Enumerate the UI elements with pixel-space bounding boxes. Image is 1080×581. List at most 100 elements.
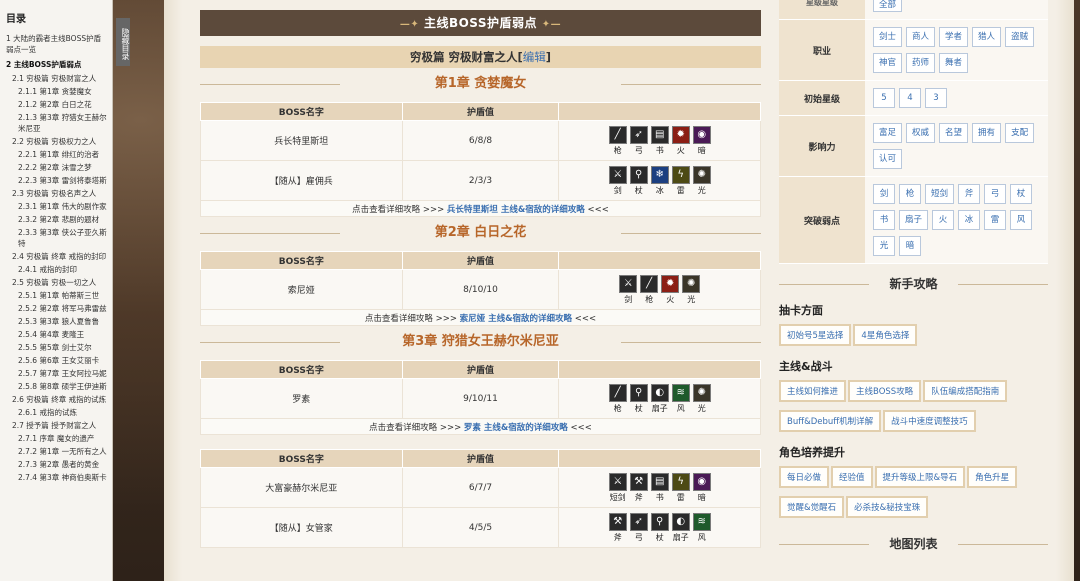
guide-button[interactable]: 战斗中速度调整技巧 (883, 410, 976, 432)
filter-tag[interactable]: 舞者 (939, 53, 969, 73)
toc-item[interactable]: 2.1.1 第1章 贪婪魔女 (0, 85, 112, 98)
filter-tag[interactable]: 名望 (939, 123, 969, 143)
toc-item[interactable]: 2.7 授予篇 授予财富之人 (0, 419, 112, 432)
guide-button[interactable]: 必杀技&秘技宝珠 (846, 496, 929, 518)
guide-groups: 抽卡方面 初始号5星选择 4星角色选择 主线&战斗 主线如何推进 主线BOSS攻略 队伍编成… (779, 302, 1048, 524)
filter-tag[interactable]: 盗贼 (1005, 27, 1035, 47)
filter-values: 富足 权威 名望 拥有 支配认可 (865, 115, 1048, 177)
weakness-剑-icon: ⚔ 剑 (619, 274, 638, 305)
toc-sidebar: 目录 1 大陆的霸者主线BOSS护盾弱点一览 2 主线BOSS护盾弱点 2.1 穷极… (0, 0, 113, 581)
filter-tag[interactable]: 权威 (906, 123, 936, 143)
filter-tag[interactable]: 光 (873, 236, 895, 256)
filter-tag[interactable]: 神官 (873, 53, 903, 73)
guide-button[interactable]: Buff&Debuff机制详解 (779, 410, 882, 432)
detail-guide-link[interactable]: 索尼娅 主线&宿敌的详细攻略 (460, 314, 572, 324)
toc-item[interactable]: 2.5.6 第6章 王女艾丽卡 (0, 354, 112, 367)
toc-item[interactable]: 2.4 穷极篇 终章 戒指的封印 (0, 250, 112, 263)
toc-item[interactable]: 2.7.2 第1章 一无所有之人 (0, 445, 112, 458)
filter-tag-all[interactable]: 全部 (873, 0, 903, 12)
toc-item[interactable]: 2.7.3 第2章 愚者的黄金 (0, 458, 112, 471)
boss-shield: 6/7/7 (401, 467, 560, 508)
toc-item[interactable]: 2.2.3 第3章 雷剑将泰塔斯 (0, 174, 112, 187)
filter-tag[interactable]: 猎人 (972, 27, 1002, 47)
filter-tag[interactable]: 书 (873, 210, 895, 230)
weakness-短剑-icon: ⚔ 短剑 (608, 472, 627, 503)
guide-button[interactable]: 觉醒&觉醒石 (779, 496, 845, 518)
filter-tag[interactable]: 拥有 (972, 123, 1002, 143)
filter-tag[interactable]: 5 (873, 88, 895, 108)
toc-item[interactable]: 2.1 穷极篇 穷极财富之人 (0, 72, 112, 85)
filter-tag[interactable]: 枪 (899, 184, 921, 204)
filter-tag[interactable]: 富足 (873, 123, 903, 143)
toc-item[interactable]: 2.5.4 第4章 麦隆王 (0, 328, 112, 341)
filter-tag[interactable]: 药师 (906, 53, 936, 73)
toc-item[interactable]: 2.5.2 第2章 将军马弗雷兹 (0, 302, 112, 315)
toc-item[interactable]: 2.3.1 第1章 伟大的剧作家 (0, 200, 112, 213)
guide-button[interactable]: 经验值 (831, 466, 873, 488)
guide-button[interactable]: 主线如何推进 (779, 380, 847, 402)
toc-item[interactable]: 2.1.3 第3章 狩猎女王赫尔米尼亚 (0, 111, 112, 135)
sub-banner: 穷极篇 穷极财富之人[编辑] (200, 46, 761, 68)
weakness-cell: ╱ 枪 ➶ 弓 ▤ 书 ✹ 火 ◉ 暗 (558, 120, 761, 161)
toc-item[interactable]: 2.4.1 戒指的封印 (0, 263, 112, 276)
filter-tag[interactable]: 冰 (958, 210, 981, 230)
guide-button[interactable]: 主线BOSS攻略 (848, 380, 922, 402)
filter-tag[interactable]: 商人 (906, 27, 936, 47)
filter-tag[interactable]: 火 (932, 210, 955, 230)
toc-item[interactable]: 2.2.1 第1章 绯红的治者 (0, 148, 112, 161)
filter-tag[interactable]: 扇子 (899, 210, 929, 230)
toc-item[interactable]: 2.2 穷极篇 穷极权力之人 (0, 135, 112, 148)
weakness-glyph: ◉ (692, 472, 711, 491)
filter-tag[interactable]: 短剑 (925, 184, 955, 204)
toc-item[interactable]: 1 大陆的霸者主线BOSS护盾弱点一览 (0, 31, 112, 57)
toc-item[interactable]: 2.6 穷极篇 终章 戒指的试炼 (0, 393, 112, 406)
filter-tag[interactable]: 认可 (873, 149, 903, 169)
toc-item[interactable]: 2.3 穷极篇 穷极名声之人 (0, 187, 112, 200)
detail-guide-link[interactable]: 兵长特里斯坦 主线&宿敌的详细攻略 (447, 205, 585, 215)
weakness-label: 杖 (634, 185, 643, 195)
toc-item[interactable]: 2.7.4 第3章 神商伯奥斯卡 (0, 471, 112, 484)
filter-tag[interactable]: 弓 (984, 184, 1007, 204)
filter-tag[interactable]: 杖 (1010, 184, 1033, 204)
filter-tag[interactable]: 暗 (899, 236, 921, 256)
toc-item[interactable]: 2.5 穷极篇 穷极一切之人 (0, 276, 112, 289)
filter-tag[interactable]: 支配 (1005, 123, 1035, 143)
table-row: 【随从】女管家 4/5/5 ⚒ 斧 ➶ 弓 ⚲ 杖 ◐ 扇子 ≋ 风 (200, 507, 761, 548)
weakness-label: 书 (655, 145, 664, 155)
filter-tag[interactable]: 风 (1010, 210, 1033, 230)
weakness-枪-icon: ╱ 枪 (608, 383, 627, 414)
guide-button[interactable]: 队伍编成搭配指南 (923, 380, 1008, 402)
toc-item[interactable]: 2.7.1 序章 魔女的遗产 (0, 432, 112, 445)
guide-button[interactable]: 4星角色选择 (853, 324, 918, 346)
toc-item[interactable]: 2.6.1 戒指的试炼 (0, 406, 112, 419)
filter-tag[interactable]: 剑士 (873, 27, 903, 47)
boss-table-chapter4: BOSS名字 护盾值 大富豪赫尔米尼亚 6/7/7 ⚔ 短剑 ⚒ 斧 ▤ 书 ϟ 雷 ◉ 暗【随从】女管家… (200, 449, 761, 548)
toc-item[interactable]: 2.2.2 第2章 沫雪之梦 (0, 161, 112, 174)
filter-tag[interactable]: 剑 (873, 184, 895, 204)
toc-item[interactable]: 2.1.2 第2章 白日之花 (0, 98, 112, 111)
guide-button[interactable]: 角色升星 (967, 466, 1018, 488)
weakness-剑-icon: ⚔ 剑 (608, 165, 627, 196)
guide-button[interactable]: 初始号5星选择 (779, 324, 852, 346)
filter-tag[interactable]: 3 (925, 88, 947, 108)
weakness-label: 光 (687, 294, 696, 304)
toc-item[interactable]: 2.3.3 第3章 侠公子亚久斯特 (0, 226, 112, 250)
guide-button[interactable]: 每日必做 (779, 466, 830, 488)
toc-item[interactable]: 2.5.1 第1章 帕蒂斯三世 (0, 289, 112, 302)
guide-button[interactable]: 提升等级上限&导石 (874, 466, 966, 488)
filter-tag[interactable]: 雷 (984, 210, 1007, 230)
filter-tag[interactable]: 学者 (939, 27, 969, 47)
weakness-cell: ⚒ 斧 ➶ 弓 ⚲ 杖 ◐ 扇子 ≋ 风 (558, 507, 761, 548)
edit-link[interactable]: 编辑 (523, 50, 546, 64)
toc-item[interactable]: 2.5.7 第7章 王女阿拉马妮 (0, 367, 112, 380)
toc-item[interactable]: 2.5.5 第5章 剑士艾尔 (0, 341, 112, 354)
toc-item[interactable]: 2.5.3 第3章 狼人夏鲁鲁 (0, 315, 112, 328)
filter-tag[interactable]: 4 (899, 88, 921, 108)
toc-item[interactable]: 2 主线BOSS护盾弱点 (0, 57, 112, 72)
detail-guide-link[interactable]: 罗素 主线&宿敌的详细攻略 (464, 423, 568, 433)
toc-item[interactable]: 2.5.8 第8章 硕学王伊迪斯 (0, 380, 112, 393)
main-column: —✦ 主线BOSS护盾弱点 ✦— 穷极篇 穷极财富之人[编辑] 第1章 贪婪魔女… (200, 10, 761, 548)
hide-toc-button[interactable]: 隐藏目录 (116, 18, 130, 66)
filter-tag[interactable]: 斧 (958, 184, 981, 204)
toc-item[interactable]: 2.3.2 第2章 悲剧的题材 (0, 213, 112, 226)
